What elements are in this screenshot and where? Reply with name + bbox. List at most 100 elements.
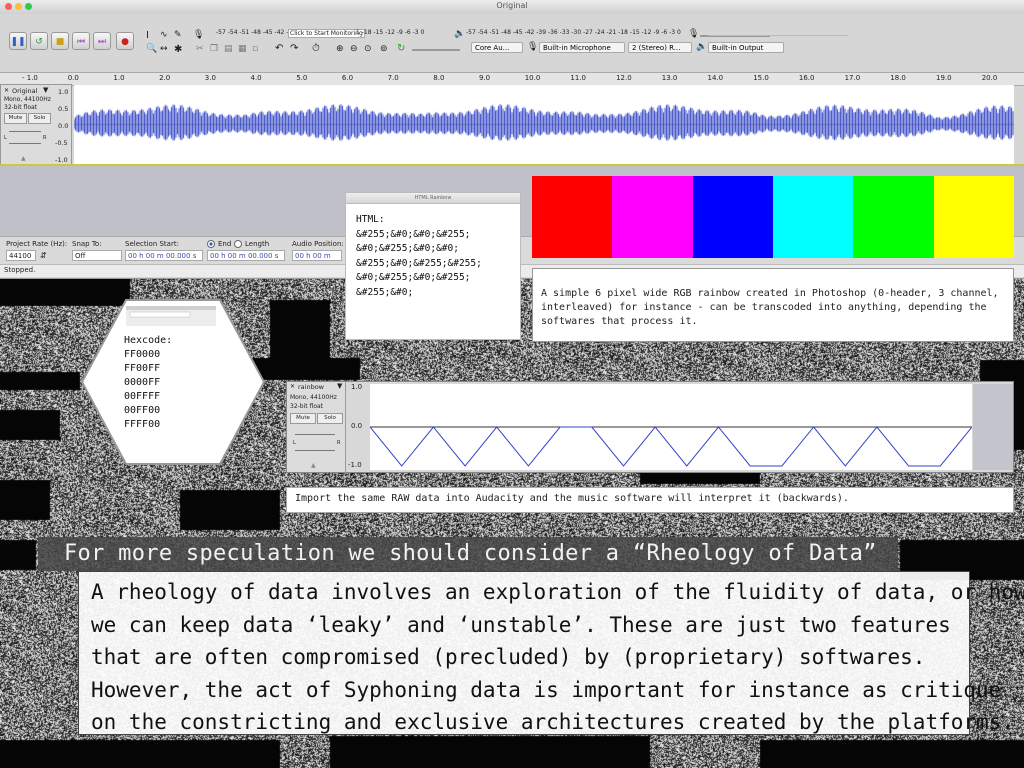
track-close-icon[interactable]: ✕ [4,87,9,94]
track-format: Mono, 44100Hz [4,96,51,103]
hexcode-value: 00FF00 [124,405,161,416]
paragraph-line-4: However, the act of Syphoning data is im… [91,677,1002,702]
ruler-tick-label: 12.0 [616,74,632,82]
zoom-in-icon[interactable]: ⊕ [336,44,344,54]
sync-lock-icon[interactable]: ⏱ [312,43,320,54]
track2-pan-right: R [337,440,341,446]
track2-mute-button[interactable]: Mute [290,413,316,424]
zoom-out-icon[interactable]: ⊖ [350,44,358,54]
hexcode-heading: Hexcode: [124,335,173,346]
recording-volume-icon: 🎙 [688,29,700,39]
track-menu-icon[interactable]: ▼ [43,86,48,94]
copy-icon[interactable]: ❐ [210,44,218,54]
paragraph-line-3: that are often compromised (precluded) b… [91,645,926,669]
input-device-select[interactable]: Built-in Microphone [539,42,625,53]
stop-button[interactable]: ■ [51,32,69,50]
rainbow-waveform[interactable] [370,384,972,470]
selection-start-time[interactable]: 00 h 00 m 00.000 s [125,250,203,261]
solo-button[interactable]: Solo [28,113,51,124]
project-rate-stepper[interactable]: ⇵ [40,251,47,260]
volume-track [708,35,848,36]
collapse-track-icon[interactable]: ▲ [21,155,26,162]
trim-icon[interactable]: ▦ [238,44,247,54]
html-line-5: &#255;&#0; [356,286,414,298]
redo-icon[interactable]: ↷ [290,43,298,54]
paste-icon[interactable]: ▤ [224,44,233,54]
ruler-tick-label: 13.0 [661,74,678,82]
project-rate-input[interactable]: 44100 [6,250,36,261]
zoom-tool-icon[interactable]: 🔍 [146,44,157,54]
end-radio[interactable] [207,240,215,248]
silence-icon[interactable]: ▫ [252,44,258,54]
ruler-tick-label: 20.0 [981,74,998,82]
ruler-tick-label: - 1.0 [22,74,38,82]
timeline-ruler[interactable] [0,72,1024,86]
envelope-tool-icon[interactable]: ∿ [160,30,168,40]
audio-position-time[interactable]: 00 h 00 m 00. [292,250,342,271]
skip-end-button[interactable]: ⏭ [93,32,111,50]
status-text: Stopped. [4,266,36,274]
input-channels-select[interactable]: 2 (Stereo) R... [628,42,692,53]
rainbow-description: A simple 6 pixel wide RGB rainbow create… [532,268,1014,342]
track2-collapse-icon[interactable]: ▲ [311,462,316,469]
monitor-button[interactable]: Click to Start Monitoring [288,29,365,38]
track2-name[interactable]: rainbow [298,383,324,391]
record-meter-scale-end: 1 -18 -15 -12 -9 -6 -3 0 [356,29,425,36]
pan-slider[interactable] [9,143,41,144]
selection-tool-icon[interactable]: I [146,30,149,41]
snap-to-select[interactable]: Off [72,250,122,261]
track-name[interactable]: Original [12,87,37,95]
rheology-paragraph: A rheology of data involves an explorati… [78,571,1024,735]
html-line-3: &#255;&#0;&#255;&#255; [356,257,482,269]
mute-button[interactable]: Mute [4,113,27,124]
hexcode-value: FFFF00 [124,419,161,430]
output-device-select[interactable]: Built-in Output [708,42,784,53]
ruler-tick-label: 4.0 [250,74,262,82]
ruler-tick-label: 3.0 [204,74,216,82]
ruler-tick-label: 9.0 [479,74,491,82]
track2-solo-button[interactable]: Solo [317,413,343,424]
track2-gain-slider[interactable] [295,434,335,435]
ruler-tick-label: 10.0 [524,74,541,82]
track2-close-icon[interactable]: ✕ [290,383,295,390]
cut-icon[interactable]: ✂ [196,44,204,54]
end-label: End [218,240,232,248]
play-button[interactable]: ↺ [30,32,48,50]
play-at-speed-icon[interactable]: ↻ [397,43,405,54]
paragraph-line-2: we can keep data ‘leaky’ and ‘unstable’.… [91,612,951,637]
track2-scale-bottom: -1.0 [348,461,362,469]
track2-pan-slider[interactable] [295,450,335,451]
gain-slider[interactable] [9,131,41,132]
track2-empty-area[interactable] [973,384,1013,470]
multi-tool-icon[interactable]: ✱ [174,44,182,55]
length-radio[interactable] [234,240,242,248]
paragraph-line-5: on the constricting and exclusive archit… [91,710,1014,734]
fit-selection-icon[interactable]: ⊙ [364,44,372,54]
ruler-tick-label: 5.0 [296,74,308,82]
fit-project-icon[interactable]: ⊚ [380,44,388,54]
timeshift-tool-icon[interactable]: ↔ [160,44,168,54]
ruler-tick-label: 17.0 [844,74,861,82]
ruler-tick-label: 2.0 [159,74,171,82]
track2-control-panel: ✕ rainbow ▼ Mono, 44100Hz 32-bit float M… [287,382,346,472]
waveform-display[interactable] [74,85,1014,164]
selection-end-time[interactable]: 00 h 00 m 00.000 s [207,250,285,261]
html-heading: HTML: [356,214,385,225]
rainbow-swatch [532,176,613,258]
speaker-icon: 🔈 [454,29,466,39]
project-rate-label: Project Rate (Hz): [6,240,68,248]
html-line-4: &#0;&#255;&#0;&#255; [356,272,471,283]
rgb-rainbow-strip [532,176,1014,258]
draw-tool-icon[interactable]: ✎ [174,30,182,40]
audio-host-select[interactable]: Core Au... [471,42,523,53]
skip-start-button[interactable]: ⏮ [72,32,90,50]
audio-position-label: Audio Position: [292,240,344,248]
html-line-2: &#0;&#255;&#0;&#0; [356,243,459,254]
pause-button[interactable]: ❚❚ [9,32,27,50]
track2-menu-icon[interactable]: ▼ [337,382,342,390]
track-scale-1: 1.0 [58,88,69,96]
undo-icon[interactable]: ↶ [275,43,283,54]
record-button[interactable]: ● [116,32,134,50]
triangle-waveform-line [370,426,972,467]
play-speed-slider[interactable] [412,49,460,51]
